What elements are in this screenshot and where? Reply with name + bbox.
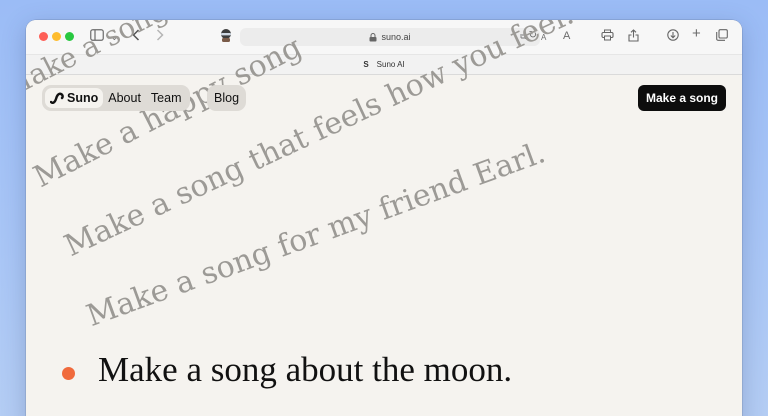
tabs-overview-icon[interactable] <box>716 29 728 44</box>
brand-name: Suno <box>67 91 99 105</box>
new-tab-icon[interactable]: + <box>692 26 701 41</box>
prompt-friend-earl: Make a song for my friend Earl. <box>82 135 550 334</box>
nav-team-link[interactable]: Team <box>146 88 187 108</box>
print-icon[interactable] <box>601 29 614 44</box>
nav-about-link[interactable]: About <box>103 88 146 108</box>
home-link[interactable]: Suno <box>45 88 104 108</box>
browser-window: ⌄ suno.ai ⧉ ↻ A A + S Suno AI Make a son… <box>26 20 742 416</box>
make-a-song-button[interactable]: Make a song <box>637 85 726 111</box>
tab-title[interactable]: Suno AI <box>377 60 405 69</box>
tab-bar[interactable]: S Suno AI <box>26 54 742 75</box>
close-window-button[interactable] <box>39 32 48 41</box>
tab-favicon: S <box>363 60 369 69</box>
minimize-window-button[interactable] <box>52 32 61 41</box>
active-prompt-dot <box>62 367 75 380</box>
main-nav: Suno About Team <box>42 85 190 111</box>
suno-logo-icon <box>50 92 64 104</box>
active-prompt: Make a song about the moon. <box>98 350 513 389</box>
url-text: suno.ai <box>381 32 411 42</box>
forward-icon[interactable] <box>156 29 164 44</box>
privacy-icon[interactable] <box>219 28 233 45</box>
nav-blog-link[interactable]: Blog <box>207 85 247 111</box>
share-icon[interactable] <box>628 29 639 45</box>
page-content: Make a song Make a happy song Make a son… <box>26 20 742 416</box>
download-icon[interactable] <box>667 29 679 44</box>
lock-icon <box>369 32 377 42</box>
